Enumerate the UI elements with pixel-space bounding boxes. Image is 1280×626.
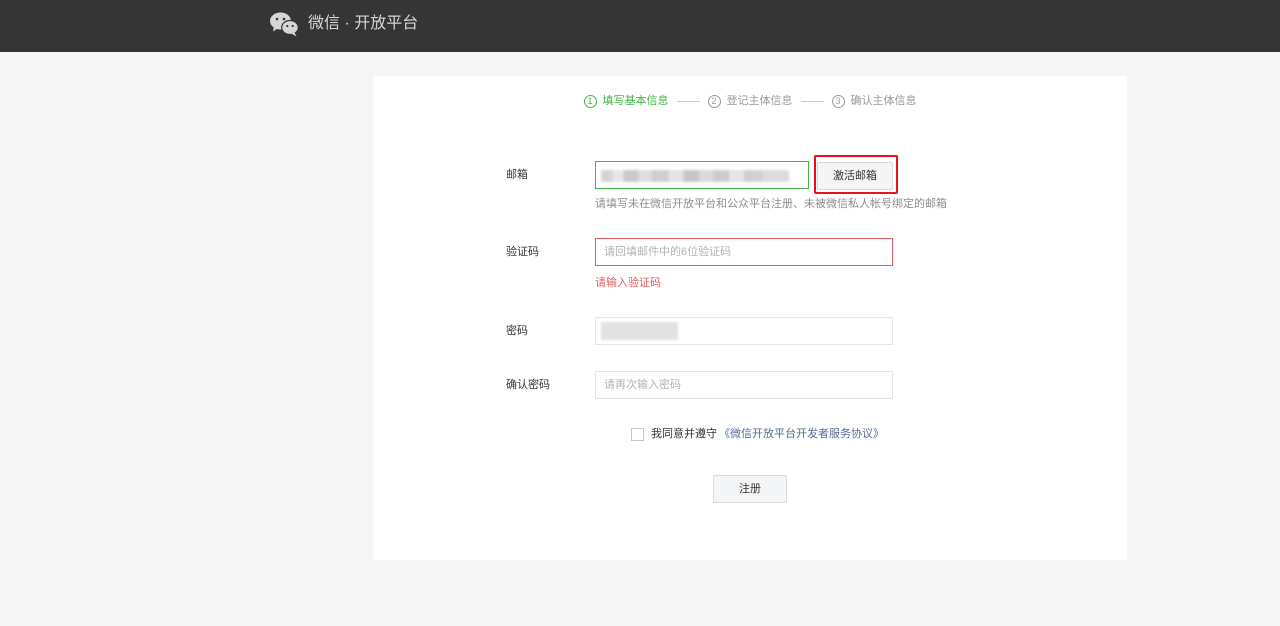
step-separator: [800, 100, 824, 102]
register-button[interactable]: 注册: [713, 475, 787, 503]
verify-code-field[interactable]: [595, 238, 893, 266]
email-field[interactable]: [595, 161, 809, 189]
step-number-badge: 3: [831, 94, 845, 108]
activate-email-button[interactable]: 激活邮箱: [817, 162, 893, 190]
verify-code-input[interactable]: [596, 239, 892, 265]
agreement-row: 我同意并遵守 《微信开放平台开发者服务协议》: [631, 427, 884, 441]
step-number-badge: 1: [583, 94, 597, 108]
progress-steps: 1 填写基本信息 2 登记主体信息 3 确认主体信息: [373, 94, 1127, 108]
top-nav-bar: 微信 · 开放平台: [0, 0, 1280, 52]
confirm-password-input[interactable]: [596, 372, 892, 398]
brand-home-link[interactable]: 微信 · 开放平台: [270, 0, 418, 48]
brand-title: 微信 · 开放平台: [308, 15, 419, 32]
verify-code-error: 请输入验证码: [595, 277, 661, 289]
wechat-logo-icon: [270, 12, 299, 37]
password-label: 密码: [506, 325, 528, 337]
step-label: 填写基本信息: [602, 95, 669, 107]
step-basic-info: 1 填写基本信息: [583, 94, 669, 108]
step-entity-info: 2 登记主体信息: [707, 94, 793, 108]
verify-code-label: 验证码: [506, 246, 539, 258]
email-hint: 请填写未在微信开放平台和公众平台注册、未被微信私人帐号绑定的邮箱: [595, 198, 947, 210]
password-field[interactable]: [595, 317, 893, 345]
confirm-password-label: 确认密码: [506, 379, 550, 391]
confirm-password-field[interactable]: [595, 371, 893, 399]
step-number-badge: 2: [707, 94, 721, 108]
step-confirm-info: 3 确认主体信息: [831, 94, 917, 108]
step-label: 确认主体信息: [850, 95, 917, 107]
agreement-text: 我同意并遵守: [651, 428, 717, 440]
agreement-link[interactable]: 《微信开放平台开发者服务协议》: [719, 427, 884, 441]
registration-card: 1 填写基本信息 2 登记主体信息 3 确认主体信息 邮箱 激活邮箱 请填写未在…: [373, 76, 1127, 560]
agreement-checkbox[interactable]: [631, 427, 644, 441]
email-label: 邮箱: [506, 169, 528, 181]
step-label: 登记主体信息: [726, 95, 793, 107]
password-input[interactable]: [596, 318, 892, 344]
step-separator: [676, 100, 700, 102]
email-input[interactable]: [596, 162, 808, 188]
